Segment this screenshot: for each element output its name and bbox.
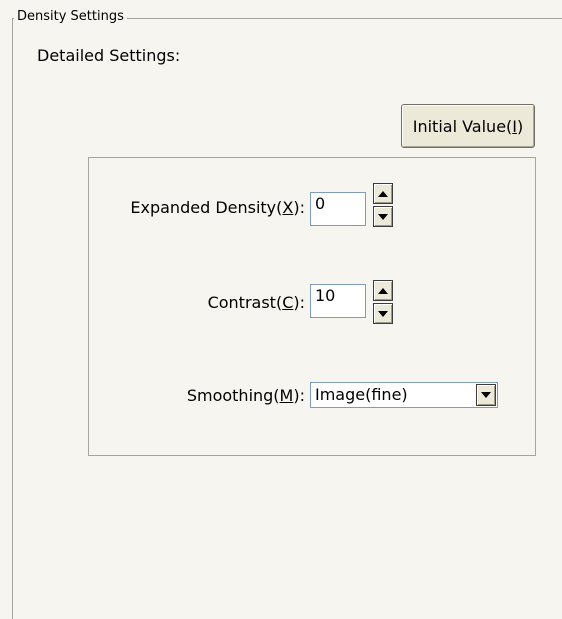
smoothing-selected-value: Image(fine) (315, 385, 408, 404)
initial-value-prefix: Initial Value( (412, 116, 513, 136)
expanded-density-up-button[interactable] (373, 183, 393, 204)
expanded-density-down-button[interactable] (373, 206, 393, 227)
smoothing-dropdown-button[interactable] (476, 384, 496, 406)
smoothing-label: Smoothing(M): (187, 386, 305, 406)
contrast-down-button[interactable] (373, 303, 393, 324)
smoothing-mnemonic: M (279, 386, 294, 405)
contrast-label-prefix: Contrast( (207, 293, 283, 312)
spin-up-icon (378, 190, 388, 197)
detailed-settings-label: Detailed Settings: (37, 46, 181, 65)
expanded-density-input[interactable]: 0 (310, 192, 366, 226)
spin-down-icon (378, 310, 388, 317)
expanded-density-spinner (373, 183, 393, 229)
expanded-density-label-suffix: ): (293, 198, 305, 217)
contrast-label-suffix: ): (293, 293, 305, 312)
expanded-density-mnemonic: X (282, 198, 294, 217)
contrast-up-button[interactable] (373, 280, 393, 301)
initial-value-suffix: ) (517, 116, 524, 136)
spin-down-icon (378, 213, 388, 220)
contrast-mnemonic: C (282, 293, 294, 312)
chevron-down-icon (481, 392, 491, 398)
density-settings-title: Density Settings (14, 9, 127, 25)
smoothing-label-suffix: ): (293, 386, 305, 405)
spin-up-icon (378, 287, 388, 294)
initial-value-button[interactable]: Initial Value(I) (401, 104, 535, 148)
contrast-label: Contrast(C): (208, 293, 305, 313)
contrast-spinner (373, 280, 393, 326)
expanded-density-label: Expanded Density(X): (130, 198, 305, 218)
smoothing-dropdown[interactable]: Image(fine) (310, 382, 498, 408)
smoothing-label-prefix: Smoothing( (186, 386, 280, 405)
contrast-input[interactable]: 10 (310, 284, 366, 318)
expanded-density-label-prefix: Expanded Density( (130, 198, 283, 217)
